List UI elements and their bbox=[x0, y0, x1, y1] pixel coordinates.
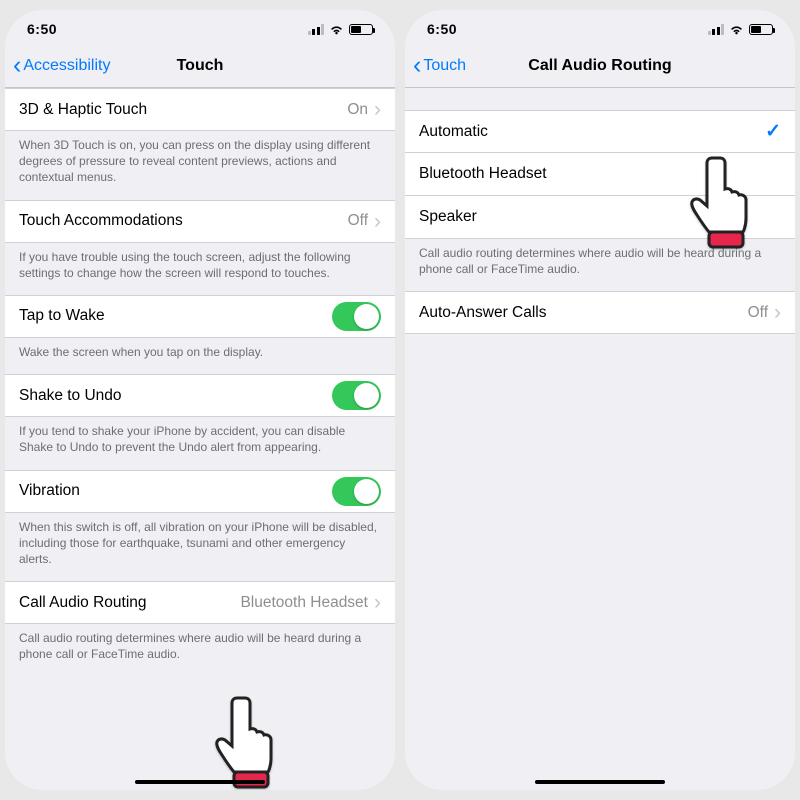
battery-icon bbox=[349, 24, 373, 35]
nav-back-button[interactable]: ‹ Touch bbox=[413, 53, 466, 78]
group-footer: Wake the screen when you tap on the disp… bbox=[5, 338, 395, 374]
row-value: Off bbox=[748, 304, 768, 322]
row-auto-answer-calls[interactable]: Auto-Answer Calls Off › bbox=[405, 291, 795, 334]
row-label: Call Audio Routing bbox=[19, 594, 240, 612]
row-touch-accommodations[interactable]: Touch Accommodations Off › bbox=[5, 200, 395, 243]
toggle-switch[interactable] bbox=[332, 302, 381, 331]
chevron-left-icon: ‹ bbox=[13, 53, 21, 78]
nav-back-label: Accessibility bbox=[23, 57, 110, 75]
row-tap-to-wake[interactable]: Tap to Wake bbox=[5, 295, 395, 338]
chevron-right-icon: › bbox=[374, 99, 381, 120]
row-3d-haptic-touch[interactable]: 3D & Haptic Touch On › bbox=[5, 88, 395, 131]
row-label: Shake to Undo bbox=[19, 387, 332, 405]
row-label: Touch Accommodations bbox=[19, 212, 348, 230]
row-vibration[interactable]: Vibration bbox=[5, 470, 395, 513]
chevron-right-icon: › bbox=[374, 211, 381, 232]
row-shake-to-undo[interactable]: Shake to Undo bbox=[5, 374, 395, 417]
row-label: 3D & Haptic Touch bbox=[19, 101, 347, 119]
nav-back-label: Touch bbox=[423, 57, 466, 75]
screen-touch-settings: 6:50 ‹ Accessibility Touch 3D & Haptic T… bbox=[5, 10, 395, 790]
group-footer: If you tend to shake your iPhone by acci… bbox=[5, 417, 395, 469]
row-value: On bbox=[347, 101, 368, 119]
row-call-audio-routing[interactable]: Call Audio Routing Bluetooth Headset › bbox=[5, 581, 395, 624]
status-bar: 6:50 bbox=[405, 10, 795, 44]
row-value: Off bbox=[348, 212, 368, 230]
status-time: 6:50 bbox=[427, 21, 457, 37]
option-speaker[interactable]: Speaker bbox=[405, 196, 795, 239]
group-footer: When this switch is off, all vibration o… bbox=[5, 513, 395, 582]
wifi-icon bbox=[329, 24, 344, 35]
group-footer: If you have trouble using the touch scre… bbox=[5, 243, 395, 295]
group-footer: Call audio routing determines where audi… bbox=[405, 239, 795, 291]
wifi-icon bbox=[729, 24, 744, 35]
row-value: Bluetooth Headset bbox=[240, 594, 368, 612]
group-footer: When 3D Touch is on, you can press on th… bbox=[5, 131, 395, 200]
status-time: 6:50 bbox=[27, 21, 57, 37]
checkmark-icon: ✓ bbox=[765, 120, 781, 143]
chevron-left-icon: ‹ bbox=[413, 53, 421, 78]
row-label: Speaker bbox=[419, 208, 781, 226]
nav-bar: ‹ Touch Call Audio Routing bbox=[405, 44, 795, 88]
row-label: Automatic bbox=[419, 123, 765, 141]
toggle-switch[interactable] bbox=[332, 477, 381, 506]
cellular-signal-icon bbox=[308, 24, 325, 35]
chevron-right-icon: › bbox=[774, 302, 781, 323]
toggle-switch[interactable] bbox=[332, 381, 381, 410]
cellular-signal-icon bbox=[708, 24, 725, 35]
option-automatic[interactable]: Automatic ✓ bbox=[405, 110, 795, 153]
row-label: Bluetooth Headset bbox=[419, 165, 781, 183]
group-footer: Call audio routing determines where audi… bbox=[5, 624, 395, 676]
option-bluetooth-headset[interactable]: Bluetooth Headset bbox=[405, 153, 795, 196]
screen-call-audio-routing: 6:50 ‹ Touch Call Audio Routing Automati… bbox=[405, 10, 795, 790]
status-bar: 6:50 bbox=[5, 10, 395, 44]
nav-bar: ‹ Accessibility Touch bbox=[5, 44, 395, 88]
battery-icon bbox=[749, 24, 773, 35]
row-label: Auto-Answer Calls bbox=[419, 304, 748, 322]
row-label: Vibration bbox=[19, 482, 332, 500]
nav-back-button[interactable]: ‹ Accessibility bbox=[13, 53, 110, 78]
chevron-right-icon: › bbox=[374, 592, 381, 613]
row-label: Tap to Wake bbox=[19, 307, 332, 325]
